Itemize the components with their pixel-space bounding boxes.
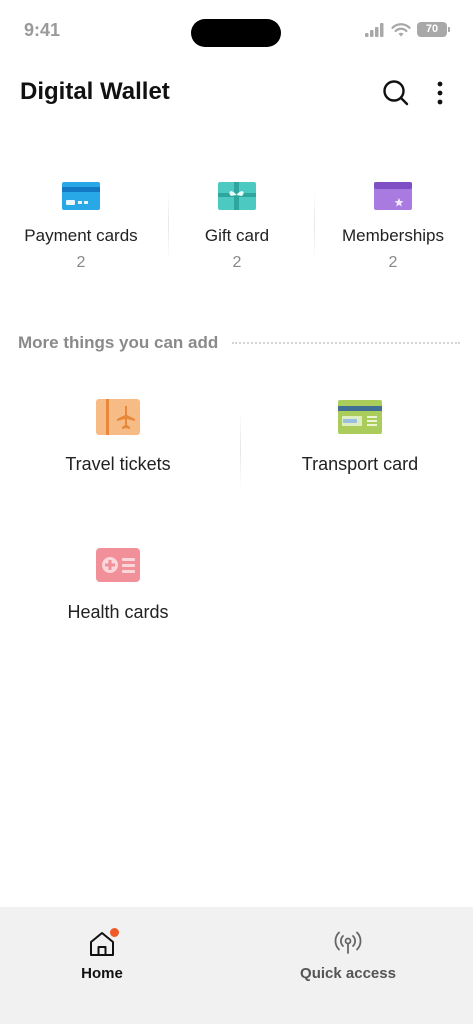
nav-item-home[interactable]: Home: [2, 928, 202, 982]
add-item-label: Transport card: [301, 454, 419, 474]
health-card-icon: [96, 548, 140, 582]
add-health-cards[interactable]: Health cards: [0, 546, 236, 623]
category-count: 2: [388, 254, 398, 271]
category-label: Gift card: [204, 226, 270, 245]
category-count: 2: [76, 254, 86, 271]
home-icon-wrap: [87, 928, 119, 959]
status-icons: 70: [365, 22, 450, 37]
card-categories: Payment cards 2 Gift card 2 Memberships …: [0, 170, 473, 280]
add-item-label: Travel tickets: [65, 454, 171, 474]
app-header: Digital Wallet: [0, 72, 473, 112]
broadcast-icon: [334, 931, 362, 954]
status-bar: 9:41 70: [0, 0, 473, 60]
add-item-label: Health cards: [67, 602, 169, 622]
nav-label: Home: [81, 965, 123, 982]
category-count: 2: [232, 254, 242, 271]
search-button[interactable]: [380, 77, 412, 109]
wifi-icon: [391, 22, 411, 36]
notification-dot: [110, 928, 119, 937]
more-vertical-icon: [437, 81, 443, 105]
add-travel-tickets[interactable]: Travel tickets: [0, 398, 236, 475]
page-title: Digital Wallet: [20, 78, 170, 105]
nav-label: Quick access: [300, 965, 396, 982]
dynamic-island: [191, 19, 281, 47]
bottom-navigation: Home Quick access: [0, 907, 473, 1024]
more-options-button[interactable]: [428, 77, 452, 109]
battery-icon: 70: [417, 22, 450, 37]
category-payment-cards[interactable]: Payment cards 2: [6, 170, 156, 272]
category-label: Memberships: [341, 226, 445, 245]
divider: [240, 410, 241, 490]
travel-ticket-icon: [96, 399, 140, 435]
signal-icon: [365, 22, 384, 37]
section-title: More things you can add: [18, 333, 219, 352]
gift-card-icon: [218, 182, 256, 210]
dotted-divider: [232, 342, 460, 344]
category-memberships[interactable]: Memberships 2: [318, 170, 468, 272]
category-gift-card[interactable]: Gift card 2: [162, 170, 312, 272]
status-time: 9:41: [24, 20, 61, 40]
transport-card-icon: [338, 400, 382, 434]
divider: [314, 190, 315, 260]
nav-item-quick-access[interactable]: Quick access: [248, 929, 448, 982]
add-transport-card[interactable]: Transport card: [242, 398, 473, 475]
broadcast-icon-wrap: [333, 929, 363, 959]
search-icon: [383, 80, 409, 106]
membership-card-icon: [374, 182, 412, 210]
section-header-more: More things you can add: [18, 332, 460, 354]
category-label: Payment cards: [24, 226, 138, 245]
payment-card-icon: [62, 182, 100, 210]
